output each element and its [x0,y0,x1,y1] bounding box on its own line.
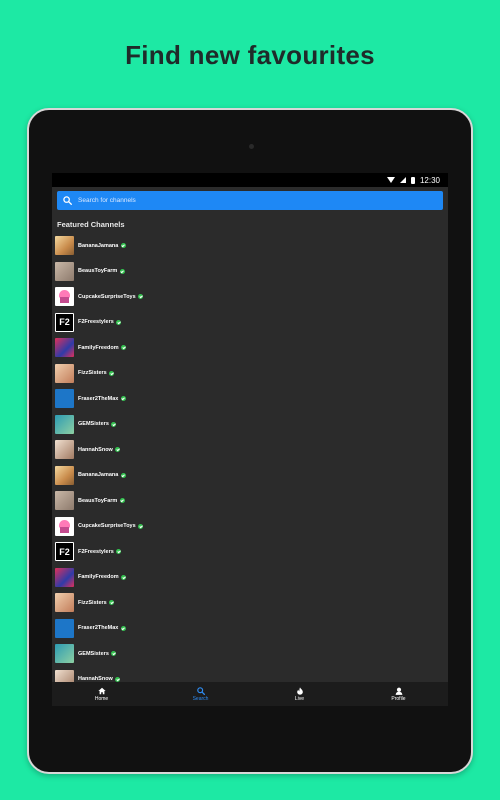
flame-icon [296,686,303,695]
channel-row[interactable]: HannahSnow [55,437,445,463]
nav-live-label: Live [294,695,305,702]
search-bar[interactable] [57,191,443,210]
search-input[interactable] [78,197,408,204]
channel-row[interactable]: Fraser2TheMax [55,386,445,412]
channel-thumbnail: F2 [55,542,74,562]
channel-name: FamilyFreedom [78,344,119,351]
tablet-frame: 12:30 Featured Channels BananaJamana Beau… [27,108,473,774]
channel-row[interactable]: CupcakeSurpriseToys [55,284,445,310]
channel-row[interactable]: F2 F2Freestylers [55,539,445,565]
status-time: 12:30 [419,175,440,185]
verified-check-icon [109,600,115,606]
verified-check-icon [109,370,115,376]
channel-thumbnail [55,389,74,409]
promo-title: Find new favourites [125,40,375,70]
channel-thumbnail [55,567,74,587]
channel-row[interactable]: CupcakeSurpriseToys [55,514,445,540]
channel-name: F2Freestylers [78,548,114,555]
channel-name: FamilyFreedom [78,574,119,581]
verified-check-icon [111,651,117,657]
channel-name: F2Freestylers [78,319,114,326]
verified-check-icon [116,319,122,325]
channel-thumbnail [55,618,74,638]
channel-thumbnail [55,465,74,485]
verified-check-icon [115,676,121,682]
channel-row[interactable]: FamilyFreedom [55,565,445,591]
channel-name: GEMSisters [78,421,109,428]
channel-thumbnail [55,338,74,358]
channel-name: FizzSisters [78,599,107,606]
channel-thumbnail [55,261,74,281]
channel-thumbnail [55,236,74,256]
channel-name: Fraser2TheMax [78,395,119,402]
search-icon [196,686,205,695]
channel-thumbnail [55,363,74,383]
verified-check-icon [120,243,126,249]
nav-profile-label: Profile [391,695,406,702]
nav-search-label: Search [192,695,209,702]
channel-name: GEMSisters [78,650,109,657]
nav-home-label: Home [94,695,109,702]
verified-check-icon [138,294,144,300]
channel-name: FizzSisters [78,370,107,377]
profile-icon [395,687,402,695]
verified-check-icon [111,421,117,427]
verified-check-icon [121,574,127,580]
status-bar: 12:30 [52,173,448,187]
channel-thumbnail [55,440,74,460]
channel-row[interactable]: FamilyFreedom [55,335,445,361]
channel-row[interactable]: FizzSisters [55,590,445,616]
wifi-icon [386,177,395,183]
channel-thumbnail [55,516,74,536]
verified-check-icon [119,498,125,504]
section-title: Featured Channels [57,220,125,229]
nav-home[interactable]: Home [72,687,132,702]
verified-check-icon [120,625,126,631]
channel-row[interactable]: Fraser2TheMax [55,616,445,642]
verified-check-icon [138,523,144,529]
channel-thumbnail [55,491,74,511]
channel-row[interactable]: GEMSisters [55,412,445,438]
channel-name: BeausToyFarm [78,268,118,275]
verified-check-icon [115,447,121,453]
channel-row[interactable]: BananaJamana [55,233,445,259]
channel-name: Fraser2TheMax [78,625,119,632]
signal-icon [399,177,406,183]
channel-thumbnail: F2 [55,312,74,332]
app-screen: 12:30 Featured Channels BananaJamana Beau… [52,173,448,706]
channel-name: BananaJamana [78,472,119,479]
verified-check-icon [120,396,126,402]
verified-check-icon [116,549,122,555]
channel-row[interactable]: BeausToyFarm [55,488,445,514]
channel-row[interactable]: FizzSisters [55,361,445,387]
channel-row[interactable]: BeausToyFarm [55,259,445,285]
verified-check-icon [121,345,127,351]
channel-thumbnail [55,287,74,307]
nav-live[interactable]: Live [270,686,330,702]
channel-thumbnail [55,644,74,664]
channel-row[interactable]: GEMSisters [55,641,445,667]
channel-row[interactable]: BananaJamana [55,463,445,489]
channel-thumbnail [55,593,74,613]
channel-name: BananaJamana [78,242,119,249]
channel-thumbnail [55,414,74,434]
channel-name: CupcakeSurpriseToys [78,523,136,530]
nav-profile[interactable]: Profile [369,687,429,702]
home-icon [97,687,106,694]
camera-dot [249,144,254,149]
channel-name: BeausToyFarm [78,497,118,504]
verified-check-icon [119,268,125,274]
verified-check-icon [120,472,126,478]
bottom-nav: Home Search Live Profile [52,682,448,706]
nav-search[interactable]: Search [171,686,231,702]
channel-name: CupcakeSurpriseToys [78,293,136,300]
channel-row[interactable]: F2 F2Freestylers [55,310,445,336]
channel-name: HannahSnow [78,446,113,453]
channel-list: BananaJamana BeausToyFarm CupcakeSurpriseT… [55,233,445,692]
search-icon [63,196,72,205]
battery-icon [410,176,415,184]
